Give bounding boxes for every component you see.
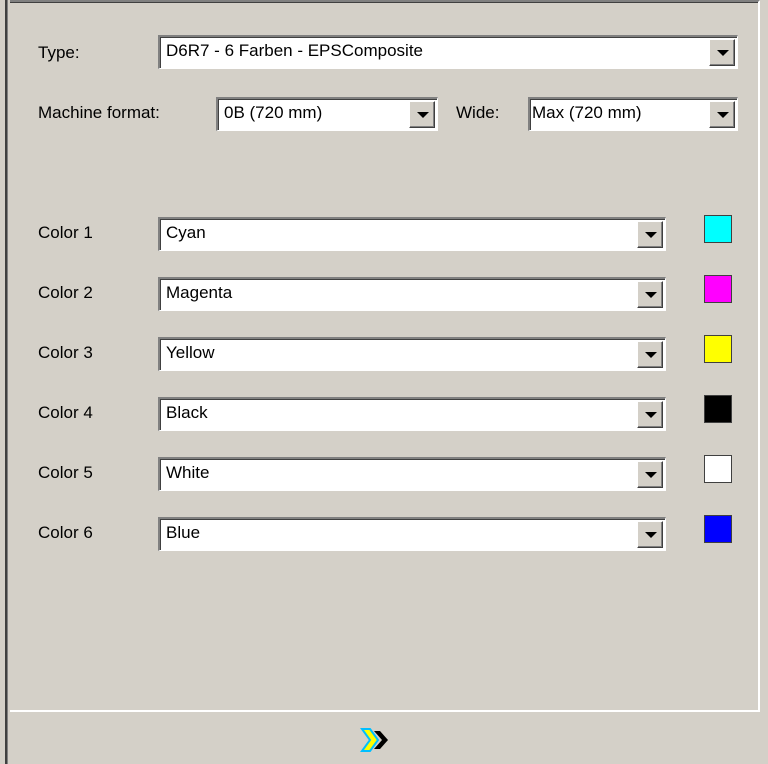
arrow-logo-icon: [360, 728, 388, 752]
color-6-label: Color 6: [38, 523, 93, 542]
type-label: Type:: [38, 43, 80, 62]
chevron-down-icon[interactable]: [709, 39, 735, 66]
color-5-value: White: [166, 463, 210, 482]
color-5-swatch[interactable]: [704, 455, 732, 483]
color-2-dropdown[interactable]: Magenta: [158, 277, 666, 311]
color-3-dropdown[interactable]: Yellow: [158, 337, 666, 371]
color-4-value: Black: [166, 403, 208, 422]
color-2-value: Magenta: [166, 283, 233, 302]
type-value: D6R7 - 6 Farben - EPSComposite: [166, 41, 423, 60]
chevron-down-icon[interactable]: [637, 341, 663, 368]
chevron-down-icon[interactable]: [637, 281, 663, 308]
color-1-swatch[interactable]: [704, 215, 732, 243]
type-dropdown[interactable]: D6R7 - 6 Farben - EPSComposite: [158, 35, 738, 69]
chevron-down-icon[interactable]: [709, 101, 735, 128]
chevron-down-icon[interactable]: [637, 521, 663, 548]
color-1-value: Cyan: [166, 223, 206, 242]
color-3-label: Color 3: [38, 343, 93, 362]
color-4-dropdown[interactable]: Black: [158, 397, 666, 431]
settings-panel: Type: D6R7 - 6 Farben - EPSComposite Mac…: [10, 0, 760, 712]
color-4-label: Color 4: [38, 403, 93, 422]
machine-format-label: Machine format:: [38, 103, 160, 122]
chevron-down-icon[interactable]: [637, 461, 663, 488]
color-6-dropdown[interactable]: Blue: [158, 517, 666, 551]
color-2-label: Color 2: [38, 283, 93, 302]
color-6-value: Blue: [166, 523, 201, 542]
color-3-value: Yellow: [166, 343, 215, 362]
wide-value: Max (720 mm): [532, 103, 642, 122]
machine-format-value: 0B (720 mm): [224, 103, 323, 122]
chevron-down-icon[interactable]: [409, 101, 435, 128]
chevron-down-icon[interactable]: [637, 401, 663, 428]
left-frame-edge: [0, 0, 8, 764]
machine-format-dropdown[interactable]: 0B (720 mm): [216, 97, 438, 131]
color-5-dropdown[interactable]: White: [158, 457, 666, 491]
chevron-down-icon[interactable]: [637, 221, 663, 248]
color-1-label: Color 1: [38, 223, 93, 242]
color-2-swatch[interactable]: [704, 275, 732, 303]
wide-dropdown[interactable]: Max (720 mm): [528, 97, 738, 131]
color-1-dropdown[interactable]: Cyan: [158, 217, 666, 251]
wide-label: Wide:: [456, 103, 500, 122]
color-5-label: Color 5: [38, 463, 93, 482]
color-6-swatch[interactable]: [704, 515, 732, 543]
color-3-swatch[interactable]: [704, 335, 732, 363]
color-4-swatch[interactable]: [704, 395, 732, 423]
